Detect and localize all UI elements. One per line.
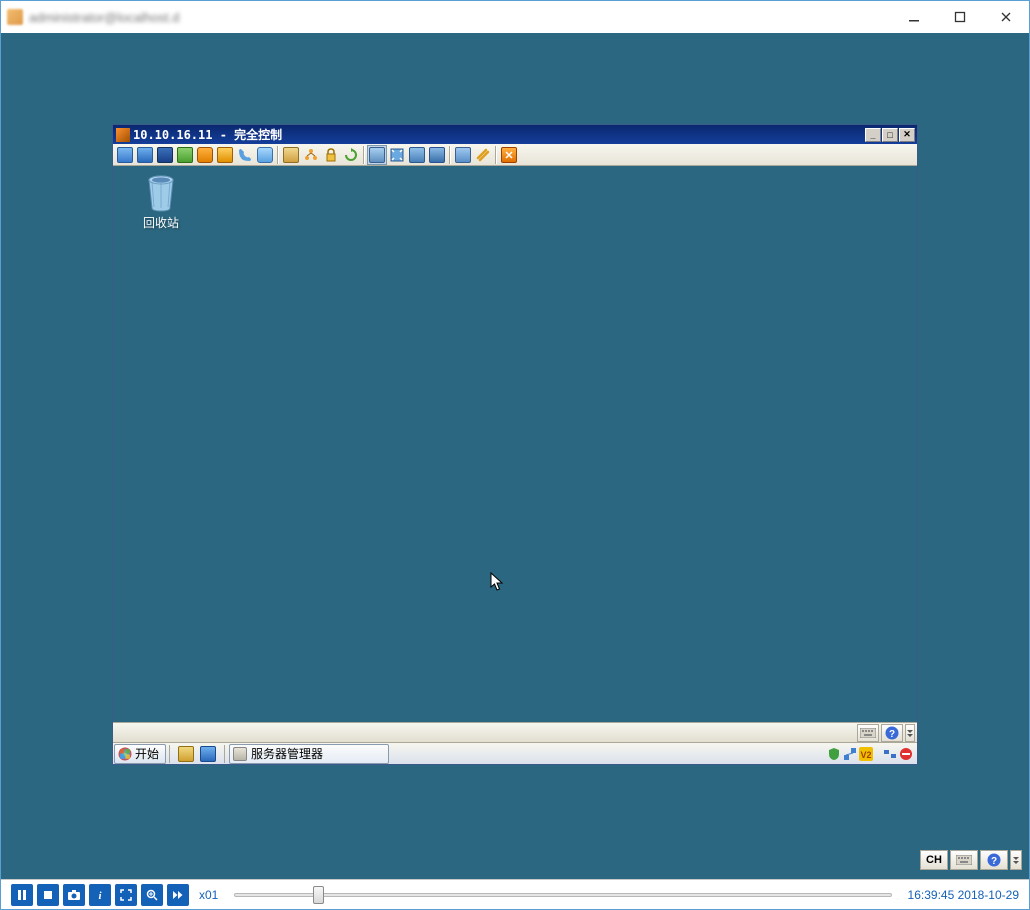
toolbar-fit-window-icon[interactable]: [367, 145, 387, 165]
remote-taskbar: 开始 服务器管理器 V2: [113, 742, 917, 764]
toolbar-separator: [495, 146, 497, 164]
quick-launch-separator: [169, 745, 170, 763]
info-button[interactable]: i: [89, 884, 111, 906]
remote-titlebar[interactable]: 10.10.16.11 - 完全控制 _ □ ✕: [113, 125, 917, 144]
tray-network-icon[interactable]: [843, 747, 857, 761]
toolbar-separator: [363, 146, 365, 164]
stop-button[interactable]: [37, 884, 59, 906]
toolbar-clipboard-icon[interactable]: [281, 145, 301, 165]
toolbar-send-icon[interactable]: [175, 145, 195, 165]
toolbar-terminal-icon[interactable]: [155, 145, 175, 165]
app-title: administrator@localhost.d: [29, 10, 891, 25]
minimize-button[interactable]: [891, 2, 937, 32]
playback-time: 16:39:45: [908, 888, 955, 902]
windows-orb-icon: [118, 747, 132, 761]
remote-app-icon: [116, 128, 130, 142]
toolbar-refresh-icon[interactable]: [341, 145, 361, 165]
tray-vc-icon[interactable]: V2: [859, 747, 873, 761]
playback-date: 2018-10-29: [958, 888, 1019, 902]
app-window: administrator@localhost.d 10.10.16.11 - …: [0, 0, 1030, 910]
zoom-button[interactable]: [141, 884, 163, 906]
toolbar-stop-icon[interactable]: [499, 145, 519, 165]
quick-launch: [172, 744, 222, 764]
toolbar-actual-size-icon[interactable]: [427, 145, 447, 165]
recycle-bin-label: 回收站: [143, 214, 179, 231]
start-button[interactable]: 开始: [114, 744, 166, 764]
tray-shield-icon[interactable]: [827, 747, 841, 761]
remote-control-window: 10.10.16.11 - 完全控制 _ □ ✕: [112, 124, 918, 765]
toolbar-phone-icon[interactable]: [235, 145, 255, 165]
toolbar-power-icon[interactable]: [195, 145, 215, 165]
svg-text:V2: V2: [860, 750, 871, 760]
toolbar-user-icon[interactable]: [215, 145, 235, 165]
options-dropdown-icon[interactable]: [905, 724, 915, 742]
outer-help-icon[interactable]: ?: [980, 850, 1008, 870]
svg-text:?: ?: [991, 856, 997, 867]
toolbar-settings-icon[interactable]: [473, 145, 493, 165]
remote-title: 10.10.16.11 - 完全控制: [133, 126, 864, 143]
outer-keyboard-icon[interactable]: [950, 850, 978, 870]
svg-text:?: ?: [889, 729, 895, 740]
quick-launch-explorer-icon[interactable]: [176, 744, 196, 764]
taskbar-separator: [224, 745, 225, 763]
toolbar-scale-icon[interactable]: [407, 145, 427, 165]
taskbar-app-label: 服务器管理器: [251, 745, 323, 762]
toolbar-file-transfer-icon[interactable]: [453, 145, 473, 165]
window-controls: [891, 2, 1029, 32]
fast-forward-button[interactable]: [167, 884, 189, 906]
remote-close-button[interactable]: ✕: [899, 128, 915, 142]
keyboard-icon[interactable]: [857, 724, 879, 742]
snapshot-button[interactable]: [63, 884, 85, 906]
help-icon[interactable]: ?: [881, 724, 903, 742]
toolbar-monitor-icon[interactable]: [115, 145, 135, 165]
outer-backdrop: 10.10.16.11 - 完全控制 _ □ ✕: [1, 33, 1029, 879]
close-button[interactable]: [983, 2, 1029, 32]
svg-text:i: i: [98, 890, 102, 901]
tray-connection-icon[interactable]: [883, 747, 897, 761]
remote-ip: 10.10.16.11: [133, 128, 212, 142]
slider-thumb[interactable]: [313, 886, 324, 904]
toolbar-screen-icon[interactable]: [135, 145, 155, 165]
quick-launch-desktop-icon[interactable]: [198, 744, 218, 764]
cursor-icon: [490, 572, 504, 592]
start-label: 开始: [135, 745, 159, 762]
remote-title-sep: -: [212, 128, 234, 142]
remote-mini-statusbar: ?: [113, 722, 917, 742]
toolbar-chat-icon[interactable]: [255, 145, 275, 165]
recycle-bin-icon[interactable]: 回收站: [131, 174, 191, 231]
app-titlebar: administrator@localhost.d: [1, 1, 1029, 33]
toolbar-network-icon[interactable]: [301, 145, 321, 165]
toolbar-separator: [277, 146, 279, 164]
playback-bar: i x01 16:39:45 2018-10-29: [1, 879, 1029, 909]
pause-button[interactable]: [11, 884, 33, 906]
playback-speed: x01: [199, 888, 218, 902]
outer-options-dropdown-icon[interactable]: [1010, 850, 1022, 870]
remote-minimize-button[interactable]: _: [865, 128, 881, 142]
slider-track: [234, 893, 891, 897]
toolbar-lock-icon[interactable]: [321, 145, 341, 165]
tray-blocked-icon[interactable]: [899, 747, 913, 761]
fullscreen-button[interactable]: [115, 884, 137, 906]
remote-maximize-button[interactable]: □: [882, 128, 898, 142]
remote-toolbar: [113, 144, 917, 166]
outer-status-bar: CH ?: [920, 850, 1022, 870]
toolbar-separator: [449, 146, 451, 164]
remote-mode: 完全控制: [234, 128, 282, 142]
app-icon: [7, 9, 23, 25]
taskbar-app-button[interactable]: 服务器管理器: [229, 744, 389, 764]
toolbar-fullscreen-icon[interactable]: [387, 145, 407, 165]
playback-slider[interactable]: [234, 886, 891, 904]
maximize-button[interactable]: [937, 2, 983, 32]
ime-button[interactable]: CH: [920, 850, 948, 870]
server-manager-icon: [233, 747, 247, 761]
system-tray: V2: [823, 747, 917, 761]
playback-timestamp: 16:39:45 2018-10-29: [908, 888, 1019, 902]
remote-desktop-area[interactable]: 回收站: [113, 166, 917, 722]
ime-label: CH: [926, 854, 942, 866]
